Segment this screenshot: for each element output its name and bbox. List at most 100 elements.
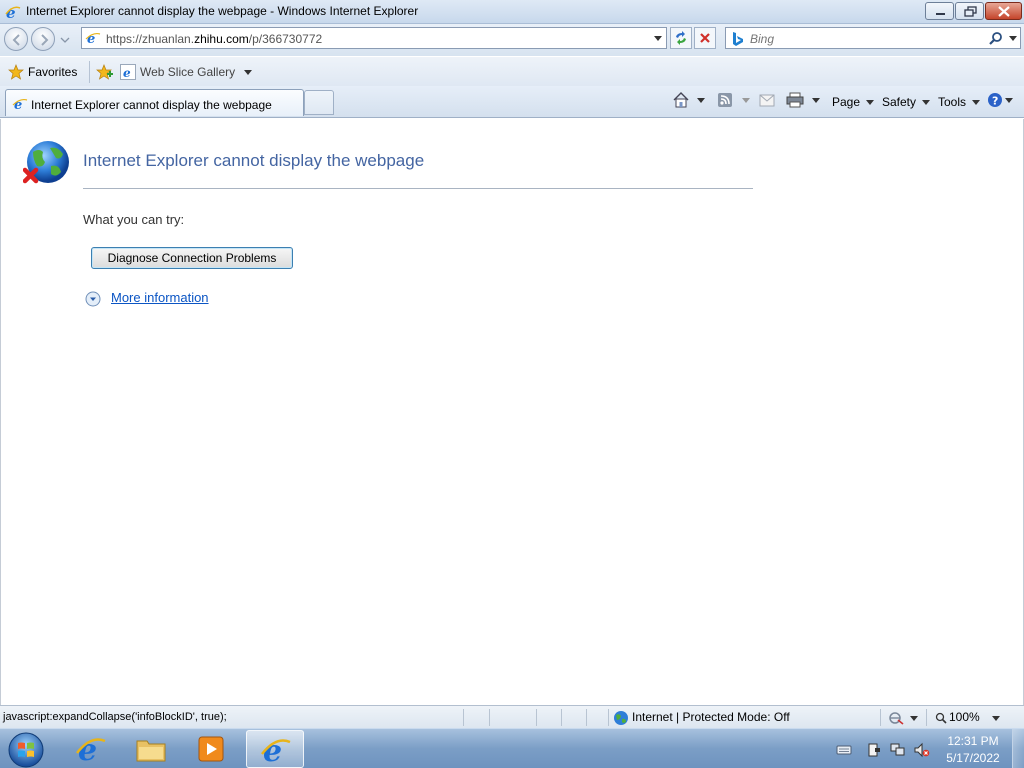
tab-row: e Internet Explorer cannot display the w… (0, 86, 1024, 118)
tab-active[interactable]: e Internet Explorer cannot display the w… (5, 89, 304, 116)
print-dropdown-icon[interactable] (812, 98, 820, 104)
status-divider (880, 709, 881, 726)
home-icon[interactable] (672, 91, 690, 109)
search-icon[interactable] (988, 31, 1004, 47)
tools-menu[interactable]: Tools (938, 92, 981, 112)
clock-time: 12:31 PM (947, 734, 999, 748)
clock[interactable]: 12:31 PM 5/17/2022 (940, 733, 1006, 767)
back-arrow-icon (12, 34, 20, 46)
favorites-separator (89, 61, 90, 83)
restore-button[interactable] (955, 2, 984, 20)
search-input[interactable] (750, 30, 980, 47)
taskbar-media-player[interactable] (182, 730, 240, 768)
taskbar-internet-explorer-active[interactable]: e (246, 730, 304, 768)
network-icon[interactable] (890, 742, 906, 758)
internet-explorer-icon: e (76, 733, 106, 765)
zoom-text: 100% (949, 710, 980, 724)
favorites-bar: Favorites e Web Slice Gallery (0, 57, 1024, 86)
feeds-icon[interactable] (717, 92, 733, 108)
windows-start-icon[interactable] (7, 731, 45, 768)
web-slice-gallery-link[interactable]: e Web Slice Gallery (120, 61, 252, 83)
status-divider (608, 709, 609, 726)
help-icon[interactable]: ? (987, 92, 1003, 108)
zoom-level[interactable]: 100% (935, 709, 980, 726)
forward-button[interactable] (31, 27, 55, 51)
favorites-label: Favorites (28, 65, 78, 79)
web-slice-gallery-label: Web Slice Gallery (140, 65, 236, 79)
status-divider (586, 709, 587, 726)
status-divider (926, 709, 927, 726)
zoom-dropdown-icon[interactable] (992, 716, 1000, 722)
safety-menu-label: Safety (882, 95, 917, 109)
security-zone[interactable]: Internet | Protected Mode: Off (613, 709, 790, 726)
new-tab-button[interactable] (304, 90, 334, 115)
expand-circle-icon[interactable] (85, 291, 101, 307)
back-button[interactable] (4, 27, 28, 51)
status-divider (463, 709, 464, 726)
status-divider (536, 709, 537, 726)
favorites-button[interactable]: Favorites (6, 61, 83, 83)
diagnose-connection-problems-button[interactable]: Diagnose Connection Problems (91, 247, 293, 269)
file-explorer-icon (136, 740, 166, 762)
divider (83, 188, 753, 189)
bing-icon (733, 32, 743, 46)
stop-icon (700, 33, 710, 43)
media-player-icon (198, 736, 224, 762)
restore-icon (964, 6, 977, 17)
tools-menu-label: Tools (938, 95, 967, 109)
search-box[interactable] (725, 27, 1021, 49)
globe-error-icon (23, 141, 69, 184)
address-bar[interactable]: e https://zhuanlan.zhihu.com/p/366730772 (81, 27, 667, 49)
feeds-dropdown-icon[interactable] (742, 98, 750, 104)
svg-text:?: ? (992, 95, 998, 108)
page-menu-label: Page (832, 95, 861, 109)
star-icon (8, 64, 24, 80)
title-bar: e Internet Explorer cannot display the w… (0, 0, 1024, 24)
chevron-down-icon (922, 99, 931, 105)
print-icon[interactable] (786, 92, 804, 108)
safely-remove-hardware-icon[interactable] (866, 742, 882, 758)
zoom-icon (935, 712, 947, 724)
refresh-button[interactable] (670, 27, 692, 49)
internet-explorer-icon: e (120, 64, 136, 80)
recent-pages-dropdown-icon[interactable] (60, 36, 70, 44)
page-menu[interactable]: Page (832, 92, 875, 112)
page-icon: e (85, 32, 101, 46)
volume-muted-icon[interactable] (914, 742, 930, 758)
show-desktop-button[interactable] (1012, 729, 1024, 768)
add-to-favorites-bar-icon[interactable] (96, 64, 114, 80)
chevron-down-icon (866, 99, 875, 105)
internet-explorer-icon: e (261, 734, 291, 766)
mail-icon[interactable] (759, 94, 775, 107)
chevron-down-icon (972, 99, 981, 105)
taskbar-file-explorer[interactable] (122, 730, 180, 768)
url-text[interactable]: https://zhuanlan.zhihu.com/p/366730772 (106, 32, 322, 46)
svg-text:e: e (123, 66, 131, 80)
keyboard-icon[interactable] (836, 742, 852, 758)
address-dropdown-icon[interactable] (654, 36, 662, 42)
forward-arrow-icon (41, 34, 49, 46)
status-divider (561, 709, 562, 726)
window-title: Internet Explorer cannot display the web… (26, 4, 419, 18)
popup-dropdown-icon[interactable] (910, 716, 918, 722)
home-dropdown-icon[interactable] (697, 98, 705, 104)
help-dropdown-icon[interactable] (1005, 98, 1013, 104)
status-text: javascript:expandCollapse('infoBlockID',… (3, 711, 227, 723)
internet-explorer-icon: e (12, 98, 28, 112)
more-information-link[interactable]: More information (111, 290, 209, 305)
tab-label: Internet Explorer cannot display the web… (31, 98, 272, 112)
error-title: Internet Explorer cannot display the web… (83, 151, 425, 170)
globe-icon (614, 711, 628, 725)
zone-text: Internet | Protected Mode: Off (632, 710, 790, 724)
refresh-icon (676, 31, 686, 45)
stop-button[interactable] (694, 27, 716, 49)
safety-menu[interactable]: Safety (882, 92, 931, 112)
search-options-dropdown-icon[interactable] (1009, 36, 1017, 42)
taskbar-internet-explorer[interactable]: e (62, 730, 120, 768)
clock-date: 5/17/2022 (946, 751, 1000, 765)
close-icon (998, 6, 1010, 17)
what-you-can-try-label: What you can try: (83, 212, 185, 227)
popup-blocker-icon[interactable] (887, 711, 905, 725)
minimize-button[interactable] (925, 2, 954, 20)
close-button[interactable] (985, 2, 1022, 20)
